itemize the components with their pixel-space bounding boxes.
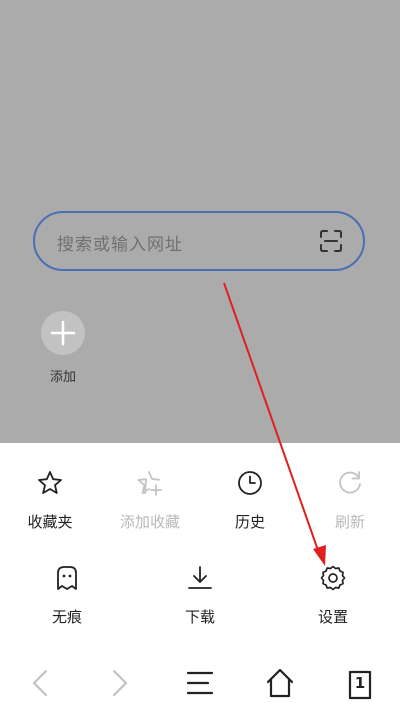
menu-item-refresh[interactable]: 刷新 — [300, 469, 400, 532]
home-icon[interactable] — [260, 665, 300, 701]
gear-icon — [320, 565, 346, 591]
menu-icon[interactable] — [180, 665, 220, 701]
search-bar[interactable]: 搜索或输入网址 — [33, 211, 365, 271]
clock-icon — [238, 471, 262, 495]
menu-item-label: 收藏夹 — [27, 513, 73, 531]
menu-item-label: 添加收藏 — [119, 513, 180, 531]
dimmed-homepage[interactable]: 搜索或输入网址 添加 — [0, 0, 400, 443]
tab-count: 1 — [354, 674, 366, 692]
forward-icon[interactable] — [100, 665, 140, 701]
star-icon — [38, 471, 62, 494]
menu-item-label: 设置 — [317, 608, 348, 626]
scan-icon[interactable] — [319, 229, 343, 253]
menu-item-label: 下载 — [184, 608, 215, 626]
menu-item-settings[interactable]: 设置 — [283, 564, 383, 627]
tabs-button[interactable]: 1 — [340, 665, 380, 701]
refresh-icon — [339, 471, 361, 494]
menu-item-label: 无痕 — [51, 608, 82, 626]
ghost-icon — [57, 566, 77, 590]
add-shortcut-label: 添加 — [49, 370, 76, 385]
menu-item-label: 刷新 — [334, 513, 365, 531]
star-plus-icon — [137, 471, 162, 496]
menu-item-add-favorite[interactable]: 添加收藏 — [100, 469, 200, 532]
search-input[interactable]: 搜索或输入网址 — [57, 230, 183, 255]
menu-item-download[interactable]: 下载 — [150, 564, 250, 627]
plus-icon — [50, 320, 76, 346]
menu-item-history[interactable]: 历史 — [200, 469, 300, 532]
menu-item-label: 历史 — [234, 513, 265, 531]
add-shortcut-button[interactable] — [41, 311, 85, 355]
add-shortcut[interactable]: 添加 — [38, 311, 88, 385]
back-icon[interactable] — [20, 665, 60, 701]
menu-item-favorites[interactable]: 收藏夹 — [0, 469, 100, 532]
download-icon — [188, 566, 212, 589]
menu-item-incognito[interactable]: 无痕 — [17, 564, 117, 627]
